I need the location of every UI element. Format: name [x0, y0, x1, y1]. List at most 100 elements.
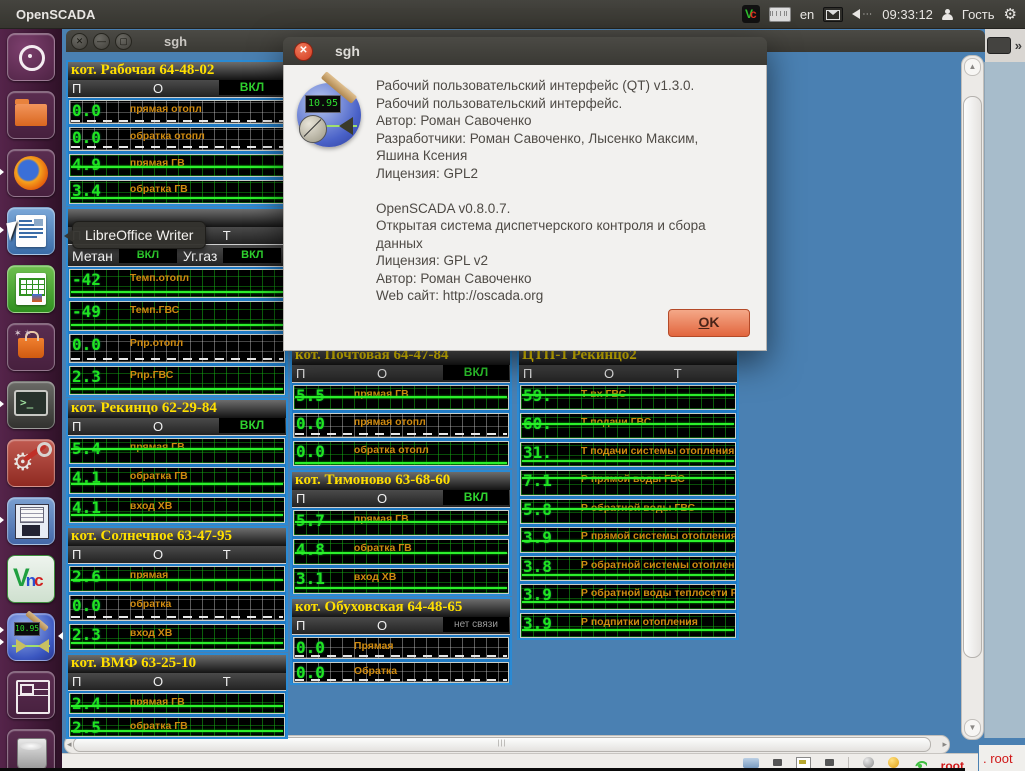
trend-row[interactable]: 31.Т подачи системы отопления	[520, 442, 736, 467]
trend-row[interactable]: 3.9Р обратной воды теплосети PLC4	[520, 584, 736, 609]
trend-label: вход ХВ	[130, 627, 172, 639]
printer-icon[interactable]	[743, 758, 759, 768]
trend-row[interactable]: 59.Т вх ГВС	[520, 385, 736, 410]
volume-indicator-icon[interactable]: ⋯	[852, 9, 873, 20]
trend-label: обратка ГВ	[130, 183, 188, 195]
trend-row[interactable]: 2.5обратка ГВ	[69, 717, 285, 738]
trend-row[interactable]: 2.3вход ХВ	[69, 624, 285, 650]
trend-trace	[71, 197, 283, 199]
panel-pochtovaya: кот. Почтовая 64-47-84ПОТВКЛ5.5прямая ГВ…	[290, 345, 512, 468]
trend-rows: -42Темп.отопл -49Темп.ГВС 0.0Рпр.отопл 2.3Р…	[68, 267, 286, 395]
trend-row[interactable]: 0.0обратка отопл	[293, 441, 509, 466]
trend-row[interactable]: 5.7прямая ГВ	[293, 510, 509, 536]
trend-label: Р обратной системы отопления	[581, 559, 736, 571]
about-line: Яшина Ксения	[376, 147, 756, 165]
launcher-item-vnc[interactable]: Vnc	[7, 555, 55, 603]
trend-rows: 2.4прямая ГВ 2.5обратка ГВ	[68, 691, 286, 737]
trend-row[interactable]: 2.6прямая	[69, 566, 285, 592]
trend-value: 2.4	[72, 694, 101, 713]
trend-trace	[295, 587, 507, 589]
trend-row[interactable]: 3.9Р подпитки отопления	[520, 613, 736, 638]
about-line: OpenSCADA v0.8.0.7.	[376, 200, 756, 218]
trend-row[interactable]: 5.8Р обратной воды ГВС	[520, 499, 736, 524]
trend-row[interactable]: 0.0Обратка	[293, 662, 509, 684]
scroll-left-icon[interactable]: ◂	[67, 739, 72, 750]
trend-value: 3.1	[296, 569, 325, 588]
toolbar-overflow-chevron[interactable]: »	[1015, 38, 1022, 53]
scroll-up-icon[interactable]: ▲	[964, 58, 981, 76]
panel-header: ПОТВКЛ	[68, 80, 286, 98]
scroll-down-icon[interactable]: ▼	[964, 719, 981, 737]
vertical-scrollbar-thumb[interactable]	[963, 96, 982, 658]
panel-header: ПОТ	[68, 673, 286, 691]
keyboard-layout-icon[interactable]	[769, 7, 791, 22]
dialog-close-icon[interactable]: ✕	[294, 42, 313, 61]
trend-row[interactable]: 3.8Р обратной системы отопления	[520, 556, 736, 581]
trend-row[interactable]: 7.1Р прямой воды ГВС	[520, 470, 736, 495]
trend-row[interactable]: 2.3Рпр.ГВС	[69, 366, 285, 395]
launcher-item-oscada-project[interactable]	[7, 497, 55, 545]
trend-row[interactable]: 5.4прямая ГВ	[69, 438, 285, 464]
trend-row[interactable]: 4.1вход ХВ	[69, 497, 285, 523]
launcher-item-workspace-switcher[interactable]	[7, 671, 55, 719]
trend-trace	[295, 552, 507, 554]
keyboard-layout-label[interactable]: en	[800, 7, 814, 22]
trend-label: Прямая	[354, 640, 394, 652]
header-t: Т	[223, 547, 231, 562]
mail-indicator-icon[interactable]	[823, 7, 843, 22]
trend-row[interactable]: 0.0обратка отопл	[69, 127, 285, 151]
panel-header: ПОТВКЛ	[68, 418, 286, 436]
session-gear-icon[interactable]: ⚙	[1004, 5, 1017, 23]
status-badge: ВКЛ	[219, 80, 285, 95]
dialog-titlebar[interactable]: ✕ sgh	[283, 37, 767, 65]
trend-rows: 2.6прямая 0.0обратка 2.3вход ХВ	[68, 564, 286, 650]
trend-row[interactable]: 60.Т подачи ГВС	[520, 413, 736, 438]
panel-title: кот. Рабочая 64-48-02	[68, 62, 286, 80]
trend-label: Т подачи системы отопления	[581, 445, 735, 457]
ok-button[interactable]: OK	[668, 309, 750, 337]
window-minimize-icon[interactable]: —	[93, 33, 110, 50]
horizontal-scrollbar-thumb[interactable]: |||	[73, 737, 931, 752]
launcher-item-libreoffice-calc[interactable]	[7, 265, 55, 313]
trend-row[interactable]: 4.8обратка ГВ	[293, 539, 509, 565]
trend-row[interactable]: 4.9прямая ГВ	[69, 154, 285, 178]
trend-row[interactable]: 5.5прямая ГВ	[293, 385, 509, 410]
launcher-item-dash-home[interactable]	[7, 33, 55, 81]
trend-row[interactable]: 3.9Р прямой системы отопления	[520, 527, 736, 552]
about-dialog: ✕ sgh 10.95 Рабочий пользовательский инт…	[283, 37, 767, 351]
window-maximize-icon[interactable]: ▢	[115, 33, 132, 50]
header-p: П	[72, 81, 81, 96]
trend-row[interactable]: 0.0обратка	[69, 595, 285, 621]
trend-row[interactable]: 2.4прямая ГВ	[69, 693, 285, 714]
trend-row[interactable]: 0.0прямая отопл	[293, 413, 509, 438]
trend-row[interactable]: 3.4обратка ГВ	[69, 180, 285, 204]
toolbar-overflow-box[interactable]	[987, 37, 1011, 54]
launcher-item-firefox[interactable]	[7, 149, 55, 197]
trend-row[interactable]: 0.0Прямая	[293, 637, 509, 659]
trend-row[interactable]: 3.1вход ХВ	[293, 568, 509, 594]
window-close-icon[interactable]: ✕	[71, 33, 88, 50]
scroll-right-icon[interactable]: ▸	[942, 739, 947, 750]
trend-label: Рпр.ГВС	[130, 369, 173, 381]
launcher-item-files[interactable]	[7, 91, 55, 139]
trend-row[interactable]: 4.1обратка ГВ	[69, 467, 285, 493]
picture-icon[interactable]	[796, 757, 811, 769]
trend-row[interactable]: -49Темп.ГВС	[69, 301, 285, 330]
trend-row[interactable]: 0.0Рпр.отопл	[69, 334, 285, 363]
launcher-item-terminal[interactable]: >_	[7, 381, 55, 429]
trend-row[interactable]: 0.0прямая отопл	[69, 100, 285, 124]
running-indicator	[0, 516, 4, 524]
panel-title: кот. Рекинцо 62-29-84	[68, 400, 286, 418]
desktop: OpenSCADA Vc en ⋯ 09:33:12 Гость ⚙ ✶ ✶>_…	[0, 0, 1025, 771]
launcher-item-software-center[interactable]: ✶ ✶	[7, 323, 55, 371]
indicator-area: Vc en ⋯ 09:33:12 Гость ⚙	[742, 5, 1017, 23]
launcher-item-system-settings[interactable]: ⚙	[7, 439, 55, 487]
launcher-item-trash[interactable]	[7, 729, 55, 771]
launcher-item-oscada-vision[interactable]: 10.95	[7, 613, 55, 661]
vnc-indicator-icon[interactable]: Vc	[742, 5, 760, 23]
trend-row[interactable]: -42Темп.отопл	[69, 269, 285, 298]
clock[interactable]: 09:33:12	[882, 7, 933, 22]
session-user-label[interactable]: Гость	[962, 7, 995, 22]
trend-label: обратка ГВ	[130, 470, 188, 482]
vertical-scrollbar[interactable]: ▲ ▼	[961, 55, 984, 740]
